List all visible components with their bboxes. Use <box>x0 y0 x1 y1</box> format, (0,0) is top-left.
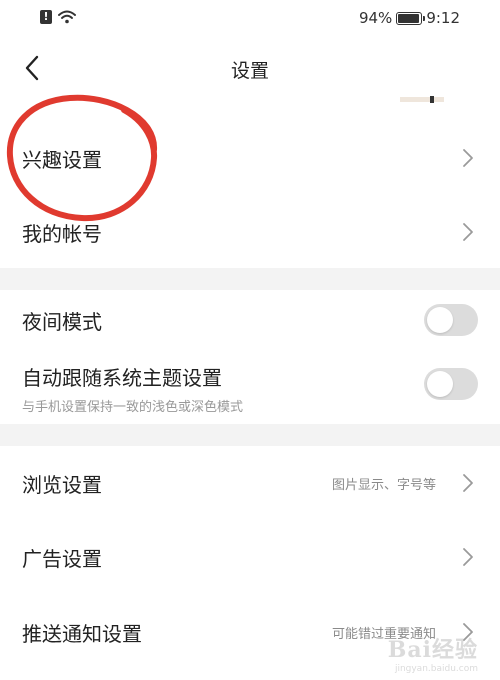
browse-settings-row[interactable]: 浏览设置 图片显示、字号等 <box>0 446 500 520</box>
annotation-circle <box>6 94 158 222</box>
battery-percent: 94% <box>358 9 393 27</box>
nav-bar: 设置 <box>0 38 500 100</box>
watermark-logo: Bai经验 <box>387 637 478 663</box>
night-mode-toggle[interactable] <box>424 304 478 336</box>
section-divider <box>0 268 500 290</box>
night-mode-label: 夜间模式 <box>22 309 102 334</box>
status-left-icons: ! <box>40 10 76 24</box>
page-title: 设置 <box>230 60 269 82</box>
browse-settings-label: 浏览设置 <box>22 472 102 497</box>
night-mode-row: 夜间模式 <box>0 290 500 350</box>
follow-system-theme-label: 自动跟随系统主题设置 <box>22 366 222 390</box>
profile-fragment <box>400 96 444 103</box>
clock-time: 9:12 <box>426 9 460 27</box>
status-right: 94% 9:12 <box>359 9 460 27</box>
chevron-right-icon <box>463 548 473 566</box>
toggle-knob <box>427 307 453 333</box>
battery-tip <box>423 15 426 21</box>
chevron-right-icon <box>463 223 473 241</box>
wifi-icon <box>58 10 76 24</box>
push-notification-settings-label: 推送通知设置 <box>22 621 142 646</box>
follow-system-theme-toggle[interactable] <box>424 368 478 400</box>
chevron-right-icon <box>463 474 473 492</box>
watermark-url: jingyan.baidu.com <box>394 664 478 674</box>
follow-system-theme-row: 自动跟随系统主题设置 与手机设置保持一致的浅色或深色模式 <box>0 354 500 424</box>
baidu-jingyan-watermark: Bai经验 jingyan.baidu.com <box>388 632 478 674</box>
chevron-right-icon <box>463 149 473 167</box>
browse-settings-hint: 图片显示、字号等 <box>331 477 436 493</box>
status-bar: ! 94% 9:12 <box>0 0 500 38</box>
ad-settings-row[interactable]: 广告设置 <box>0 520 500 594</box>
ad-settings-label: 广告设置 <box>22 546 102 571</box>
battery-fill <box>398 13 419 23</box>
toggle-knob <box>427 371 453 397</box>
battery-icon <box>396 11 426 25</box>
sim-alert-icon: ! <box>40 10 52 24</box>
follow-system-theme-sublabel: 与手机设置保持一致的浅色或深色模式 <box>22 400 244 415</box>
section-divider <box>0 424 500 446</box>
